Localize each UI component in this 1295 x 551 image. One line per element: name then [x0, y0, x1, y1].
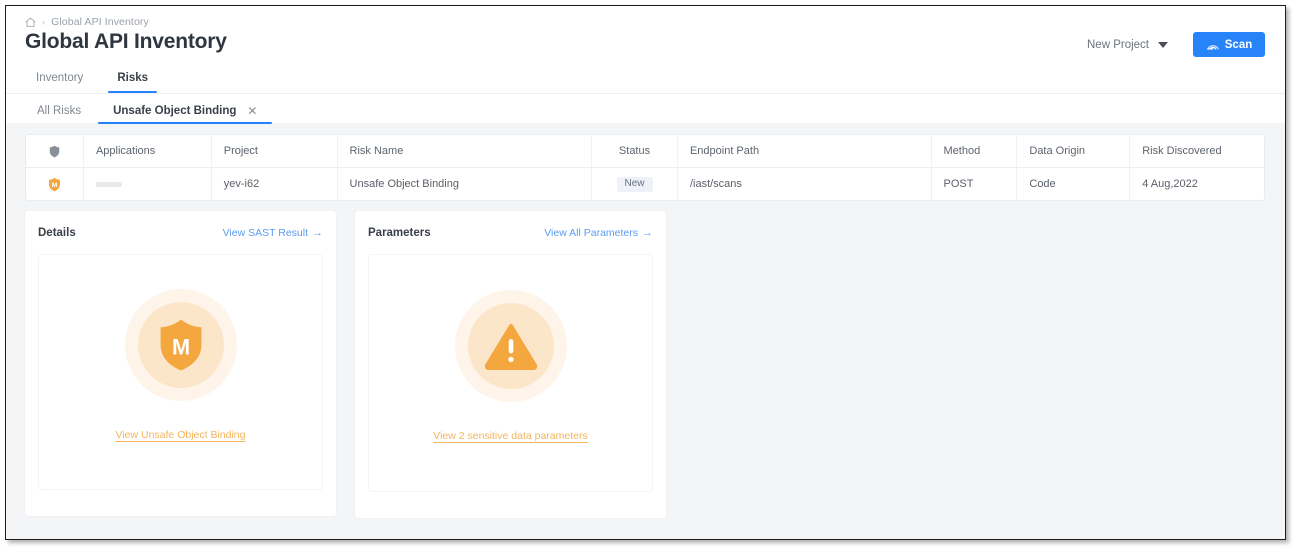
view-all-parameters-label: View All Parameters	[544, 227, 638, 239]
shield-medium-icon: M	[48, 177, 61, 192]
home-icon[interactable]	[25, 17, 36, 28]
column-header-data-origin[interactable]: Data Origin	[1017, 135, 1131, 167]
detail-cards: Details View SAST Result → M View Unsafe…	[25, 211, 666, 518]
page-title: Global API Inventory	[25, 30, 227, 53]
tab-risks[interactable]: Risks	[100, 72, 165, 93]
parameters-card: Parameters View All Parameters → View 2 …	[355, 211, 666, 518]
svg-text:M: M	[52, 182, 58, 189]
column-header-risk-discovered[interactable]: Risk Discovered	[1130, 135, 1264, 167]
parameters-card-body: View 2 sensitive data parameters	[368, 254, 653, 492]
details-card-title: Details	[38, 227, 76, 239]
scan-button[interactable]: Scan	[1193, 32, 1265, 57]
cell-data-origin: Code	[1017, 168, 1131, 200]
svg-text:M: M	[171, 335, 189, 360]
arrow-right-icon: →	[642, 226, 653, 239]
status-badge: New	[616, 176, 653, 192]
details-card-body: M View Unsafe Object Binding	[38, 254, 323, 490]
view-sast-result-label: View SAST Result	[222, 227, 308, 239]
tab-all-risks-label: All Risks	[37, 105, 82, 117]
tab-inventory-label: Inventory	[36, 72, 84, 84]
shield-medium-icon: M	[157, 317, 205, 373]
applications-placeholder	[95, 181, 122, 187]
page-header: › Global API Inventory Global API Invent…	[6, 6, 1285, 124]
breadcrumb-current[interactable]: Global API Inventory	[51, 16, 149, 28]
project-selector-label: New Project	[1087, 39, 1149, 51]
parameters-card-header: Parameters View All Parameters →	[368, 223, 653, 243]
parameters-card-title: Parameters	[368, 227, 431, 239]
tab-unsafe-object-binding-label: Unsafe Object Binding	[113, 105, 237, 117]
cell-method: POST	[932, 168, 1018, 200]
close-icon[interactable]: ✕	[247, 105, 257, 117]
column-header-method[interactable]: Method	[932, 135, 1018, 167]
tab-risks-label: Risks	[117, 72, 148, 84]
tab-all-risks[interactable]: All Risks	[25, 105, 97, 124]
view-sensitive-parameters-link[interactable]: View 2 sensitive data parameters	[433, 430, 587, 442]
cell-applications	[84, 168, 212, 200]
view-all-parameters-link[interactable]: View All Parameters →	[544, 227, 653, 239]
breadcrumb-separator: ›	[42, 17, 46, 27]
project-selector[interactable]: New Project	[1087, 39, 1168, 51]
table-row[interactable]: M yev-i62 Unsafe Object Binding New /ias…	[26, 168, 1264, 200]
scan-button-label: Scan	[1224, 38, 1253, 51]
risks-table: Applications Project Risk Name Status En…	[25, 134, 1265, 201]
details-illustration: M	[124, 289, 237, 401]
cell-risk-discovered: 4 Aug,2022	[1142, 178, 1198, 190]
column-header-risk-name[interactable]: Risk Name	[338, 135, 593, 167]
header-divider	[6, 93, 1285, 94]
primary-tabs: Inventory Risks	[25, 64, 165, 93]
app-window: › Global API Inventory Global API Invent…	[5, 5, 1286, 540]
warning-triangle-icon	[484, 322, 538, 371]
secondary-tabs: All Risks Unsafe Object Binding ✕	[25, 98, 273, 124]
details-card-header: Details View SAST Result →	[38, 223, 323, 243]
table-header-row: Applications Project Risk Name Status En…	[26, 135, 1264, 168]
column-header-project[interactable]: Project	[212, 135, 338, 167]
column-header-severity	[26, 135, 84, 167]
cell-risk-name: Unsafe Object Binding	[338, 168, 593, 200]
radar-scan-icon	[1206, 39, 1220, 51]
details-card: Details View SAST Result → M View Unsafe…	[25, 211, 336, 516]
breadcrumb: › Global API Inventory	[25, 16, 149, 28]
severity-badge: M	[26, 168, 84, 200]
column-header-status[interactable]: Status	[592, 135, 678, 167]
column-header-applications[interactable]: Applications	[84, 135, 212, 167]
view-unsafe-object-binding-link[interactable]: View Unsafe Object Binding	[116, 429, 246, 441]
cell-project: yev-i62	[212, 168, 338, 200]
cell-status: New	[592, 168, 678, 200]
parameters-illustration	[454, 290, 567, 402]
cell-endpoint-path: /iast/scans	[678, 168, 932, 200]
column-header-endpoint-path[interactable]: Endpoint Path	[678, 135, 932, 167]
view-sast-result-link[interactable]: View SAST Result →	[223, 227, 323, 239]
tab-unsafe-object-binding[interactable]: Unsafe Object Binding ✕	[97, 105, 273, 124]
arrow-right-icon: →	[312, 226, 323, 239]
chevron-down-icon	[1158, 42, 1168, 48]
shield-icon	[49, 145, 60, 158]
tab-inventory[interactable]: Inventory	[25, 72, 100, 93]
